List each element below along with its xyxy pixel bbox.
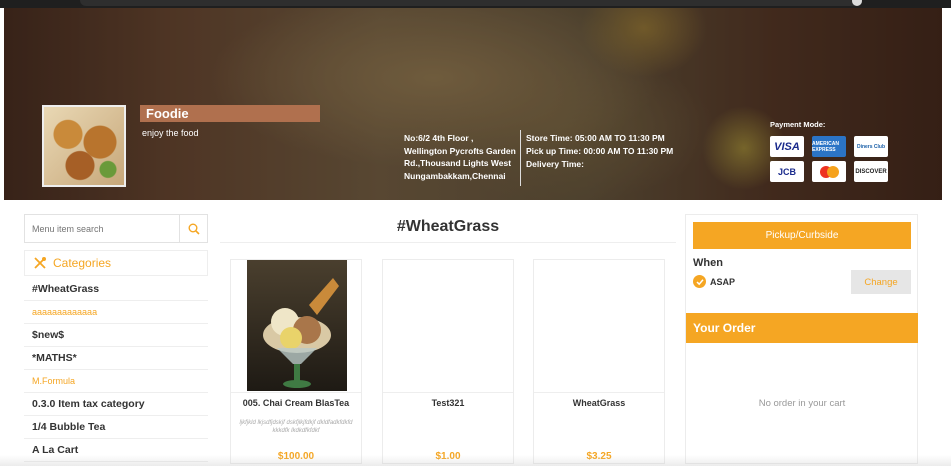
jcb-card-icon: JCB [770, 161, 804, 182]
card-divider [231, 392, 361, 393]
category-item[interactable]: 1/4 Bubble Tea [24, 416, 208, 439]
address-line: No:6/2 4th Floor , [404, 133, 474, 143]
info-divider [520, 130, 521, 186]
category-item[interactable]: aaaaaaaaaaaaa [24, 301, 208, 324]
store-tagline: enjoy the food [142, 128, 199, 138]
asap-label: ASAP [710, 276, 736, 287]
card-divider [383, 392, 513, 393]
delivery-time: Delivery Time: [526, 159, 584, 169]
product-name: Test321 [431, 398, 465, 408]
card-divider [534, 392, 664, 393]
category-item[interactable]: 0.3.0 Item tax category [24, 393, 208, 416]
store-hours: Store Time: 05:00 AM TO 11:30 PM Pick up… [526, 132, 673, 171]
discover-card-icon: DISCOVER [854, 161, 888, 182]
your-order-header: Your Order [686, 313, 918, 343]
section-divider [220, 242, 676, 243]
menu-search [24, 214, 208, 243]
section-title: #WheatGrass [396, 218, 500, 235]
bottom-fade [0, 455, 951, 466]
diners-card-icon: Diners Club [854, 136, 888, 157]
store-address: No:6/2 4th Floor , Wellington Pycrofts G… [404, 132, 516, 182]
mastercard-card-icon [812, 161, 846, 182]
check-icon [693, 275, 706, 288]
store-name: Foodie [140, 105, 320, 122]
address-line: Nungambakkam,Chennai [404, 170, 506, 181]
browser-top-strip [0, 0, 951, 8]
menu-search-input[interactable] [25, 215, 180, 242]
address-line: Wellington Pycrofts Garden [404, 145, 516, 156]
category-item[interactable]: #WheatGrass [24, 278, 208, 301]
category-item[interactable]: $new$ [24, 324, 208, 347]
product-name: WheatGrass [572, 398, 626, 408]
address-bar[interactable] [80, 0, 860, 6]
empty-cart-text: No order in your cart [758, 398, 846, 409]
category-item[interactable]: *MATHS* [24, 347, 208, 370]
profile-icon[interactable] [852, 0, 862, 6]
product-name: 005. Chai Cream BlasTea [242, 398, 350, 408]
product-card[interactable]: 005. Chai Cream BlasTea ljkfjkld lkjsdfj… [230, 259, 362, 464]
search-icon [188, 223, 200, 235]
pickup-time: Pick up Time: 00:00 AM TO 11:30 PM [526, 146, 674, 156]
asap-option[interactable]: ASAP [693, 275, 735, 288]
store-time: Store Time: 05:00 AM TO 11:30 PM [526, 133, 665, 143]
product-image [247, 260, 347, 391]
address-line: Rd.,Thousand Lights West [404, 158, 512, 168]
categories-title: Categories [53, 256, 112, 270]
category-list: #WheatGrass aaaaaaaaaaaaa $new$ *MATHS* … [24, 278, 208, 462]
product-card[interactable]: Test321 $1.00 [382, 259, 514, 464]
product-card[interactable]: WheatGrass $3.25 [533, 259, 665, 464]
search-button[interactable] [179, 215, 207, 242]
pickup-curbside-button[interactable]: Pickup/Curbside [693, 222, 911, 249]
amex-card-icon: AMERICAN EXPRESS [812, 136, 846, 157]
store-logo-image [42, 105, 126, 187]
utensils-icon [33, 256, 47, 270]
categories-header: Categories [24, 250, 208, 276]
category-item[interactable]: M.Formula [24, 370, 208, 393]
store-banner: Foodie enjoy the food No:6/2 4th Floor ,… [4, 8, 942, 200]
change-button[interactable]: Change [851, 270, 911, 294]
visa-card-icon: VISA [770, 136, 804, 157]
when-label: When [693, 257, 723, 269]
payment-mode-title: Payment Mode: [770, 120, 826, 129]
product-description: ljkfjkld lkjsdfjdskjf dskfjlkjfdkjf dkld… [239, 420, 353, 434]
